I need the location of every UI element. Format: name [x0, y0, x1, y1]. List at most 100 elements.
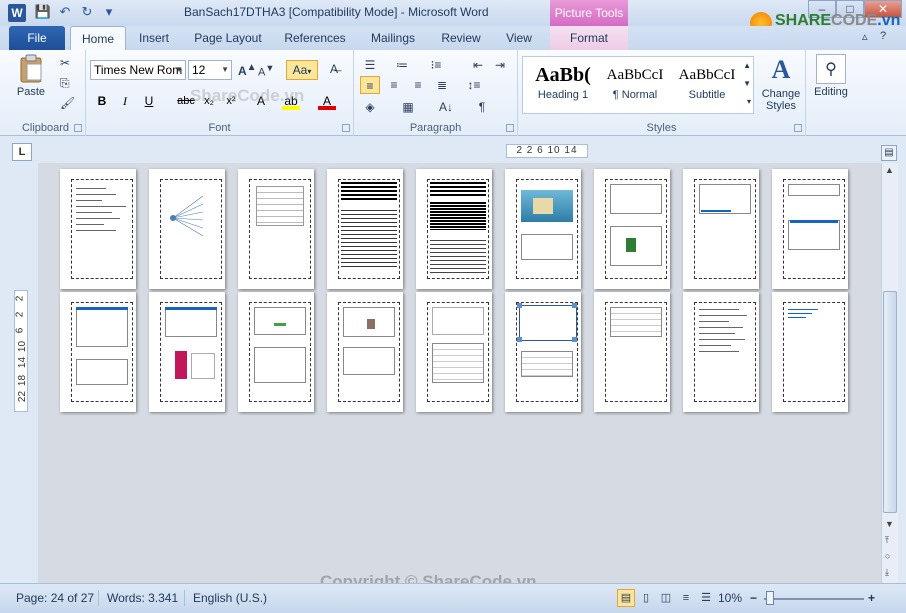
minimize-ribbon-icon[interactable]: ▵ [862, 30, 868, 43]
align-right-icon[interactable]: ≡ [408, 76, 428, 94]
language-status[interactable]: English (U.S.) [193, 591, 267, 605]
page-count-status[interactable]: Page: 24 of 27 [16, 591, 94, 605]
previous-page-icon[interactable]: ⤒ [885, 535, 889, 546]
font-size-combo[interactable]: 12 ▼ [188, 60, 232, 80]
styles-launcher-icon[interactable] [794, 124, 802, 132]
customize-qat-icon[interactable]: ▾ [100, 3, 118, 21]
font-launcher-icon[interactable] [342, 124, 350, 132]
page-thumbnail[interactable] [238, 169, 314, 289]
shrink-font-icon[interactable]: A▼ [258, 63, 274, 79]
full-screen-reading-view-icon[interactable]: ▯ [637, 589, 655, 607]
tab-selector[interactable]: L [12, 143, 32, 161]
page-thumbnail[interactable] [149, 292, 225, 412]
zoom-level[interactable]: 10% [718, 591, 742, 605]
zoom-slider[interactable] [764, 598, 864, 600]
bullets-icon[interactable]: ☰ [360, 56, 380, 74]
underline-button[interactable]: U [140, 92, 158, 110]
format-painter-icon[interactable]: 🖌 [60, 96, 75, 110]
zoom-in-button[interactable]: + [868, 591, 875, 605]
tab-view[interactable]: View [502, 26, 536, 50]
justify-icon[interactable]: ≣ [432, 76, 452, 94]
tab-format[interactable]: Format [550, 26, 628, 50]
shading-icon[interactable]: ◈ [360, 98, 380, 116]
page-thumbnail[interactable] [327, 292, 403, 412]
tab-page-layout[interactable]: Page Layout [190, 26, 266, 50]
zoom-out-button[interactable]: − [750, 591, 757, 605]
page-thumbnail[interactable] [149, 169, 225, 289]
style-heading-1[interactable]: AaBb( Heading 1 [527, 61, 599, 111]
bold-button[interactable]: B [93, 92, 111, 110]
undo-icon[interactable]: ↶ [56, 3, 74, 21]
line-spacing-icon[interactable]: ↕≡ [464, 76, 484, 94]
page-thumbnail[interactable] [683, 169, 759, 289]
scrollbar-thumb[interactable] [883, 291, 897, 513]
next-page-icon[interactable]: ⤓ [885, 567, 889, 578]
editing-button[interactable]: ⚲ Editing [810, 54, 852, 98]
italic-button[interactable]: I [116, 92, 134, 110]
paragraph-group-label: Paragraph [409, 122, 462, 134]
page-thumbnail[interactable] [505, 292, 581, 412]
clear-formatting-icon[interactable]: A̶ [330, 62, 338, 76]
tab-file[interactable]: File [9, 26, 65, 50]
page-thumbnail[interactable] [683, 292, 759, 412]
horizontal-ruler[interactable]: 2 2 6 10 14 [506, 144, 588, 158]
tab-home[interactable]: Home [70, 26, 126, 50]
page-thumbnail[interactable] [327, 169, 403, 289]
page-thumbnail[interactable] [772, 292, 848, 412]
save-icon[interactable]: 💾 [34, 3, 52, 21]
page-thumbnail[interactable] [238, 292, 314, 412]
gallery-scroll-down-icon[interactable]: ▼ [743, 79, 751, 88]
vertical-ruler[interactable]: 2 2 6 10 14 18 22 [14, 290, 28, 412]
redo-icon[interactable]: ↻ [78, 3, 96, 21]
font-name-combo[interactable]: Times New Rom ▼ [90, 60, 186, 80]
web-layout-view-icon[interactable]: ◫ [657, 589, 675, 607]
style-normal[interactable]: AaBbCcI ¶ Normal [599, 61, 671, 111]
decrease-indent-icon[interactable]: ⇤ [468, 56, 488, 74]
vertical-scrollbar[interactable]: ▲ ▼ ⤒ ○ ⤓ [881, 163, 898, 583]
change-case-button[interactable]: Aa▾ [286, 60, 318, 80]
view-ruler-icon[interactable]: ▤ [881, 145, 897, 161]
sort-icon[interactable]: A↓ [436, 98, 456, 116]
cut-icon[interactable]: ✂ [60, 56, 70, 70]
tab-review[interactable]: Review [438, 26, 484, 50]
page-thumbnail[interactable] [60, 292, 136, 412]
word-count-status[interactable]: Words: 3.341 [107, 591, 178, 605]
clipboard-launcher-icon[interactable] [74, 124, 82, 132]
word-app-icon[interactable]: W [8, 4, 26, 22]
gallery-more-icon[interactable]: ▾ [747, 97, 751, 106]
multilevel-list-icon[interactable]: ⁝≡ [426, 56, 446, 74]
scroll-down-icon[interactable]: ▼ [885, 519, 894, 529]
document-canvas[interactable] [38, 163, 881, 583]
grow-font-icon[interactable]: A▲ [238, 62, 257, 78]
tab-references[interactable]: References [281, 26, 349, 50]
tab-mailings[interactable]: Mailings [366, 26, 420, 50]
borders-icon[interactable]: ▦ [398, 98, 418, 116]
page-thumbnail[interactable] [594, 169, 670, 289]
page-thumbnail[interactable] [772, 169, 848, 289]
paste-button[interactable]: Paste [14, 54, 48, 98]
zoom-slider-thumb[interactable] [766, 591, 774, 605]
page-thumbnail[interactable] [416, 169, 492, 289]
help-icon[interactable]: ? [880, 30, 886, 42]
page-thumbnail[interactable] [594, 292, 670, 412]
outline-view-icon[interactable]: ≡ [677, 589, 695, 607]
page-thumbnail[interactable] [505, 169, 581, 289]
page-thumbnail[interactable] [416, 292, 492, 412]
numbering-icon[interactable]: ≔ [392, 56, 412, 74]
style-subtitle[interactable]: AaBbCcI Subtitle [671, 61, 743, 111]
align-center-icon[interactable]: ≡ [384, 76, 404, 94]
print-layout-view-icon[interactable]: ▤ [617, 589, 635, 607]
change-styles-button[interactable]: A Change Styles [758, 54, 804, 112]
page-thumbnail[interactable] [60, 169, 136, 289]
scroll-up-icon[interactable]: ▲ [885, 165, 894, 175]
tab-insert[interactable]: Insert [134, 26, 174, 50]
select-browse-object-icon[interactable]: ○ [885, 551, 890, 561]
draft-view-icon[interactable]: ☰ [697, 589, 715, 607]
paragraph-launcher-icon[interactable] [506, 124, 514, 132]
increase-indent-icon[interactable]: ⇥ [490, 56, 510, 74]
font-color-icon[interactable]: A [318, 92, 336, 110]
copy-icon[interactable]: ⎘ [60, 76, 70, 91]
gallery-scroll-up-icon[interactable]: ▲ [743, 61, 751, 70]
align-left-icon[interactable]: ≡ [360, 76, 380, 94]
show-formatting-button[interactable]: ¶ [472, 98, 492, 116]
